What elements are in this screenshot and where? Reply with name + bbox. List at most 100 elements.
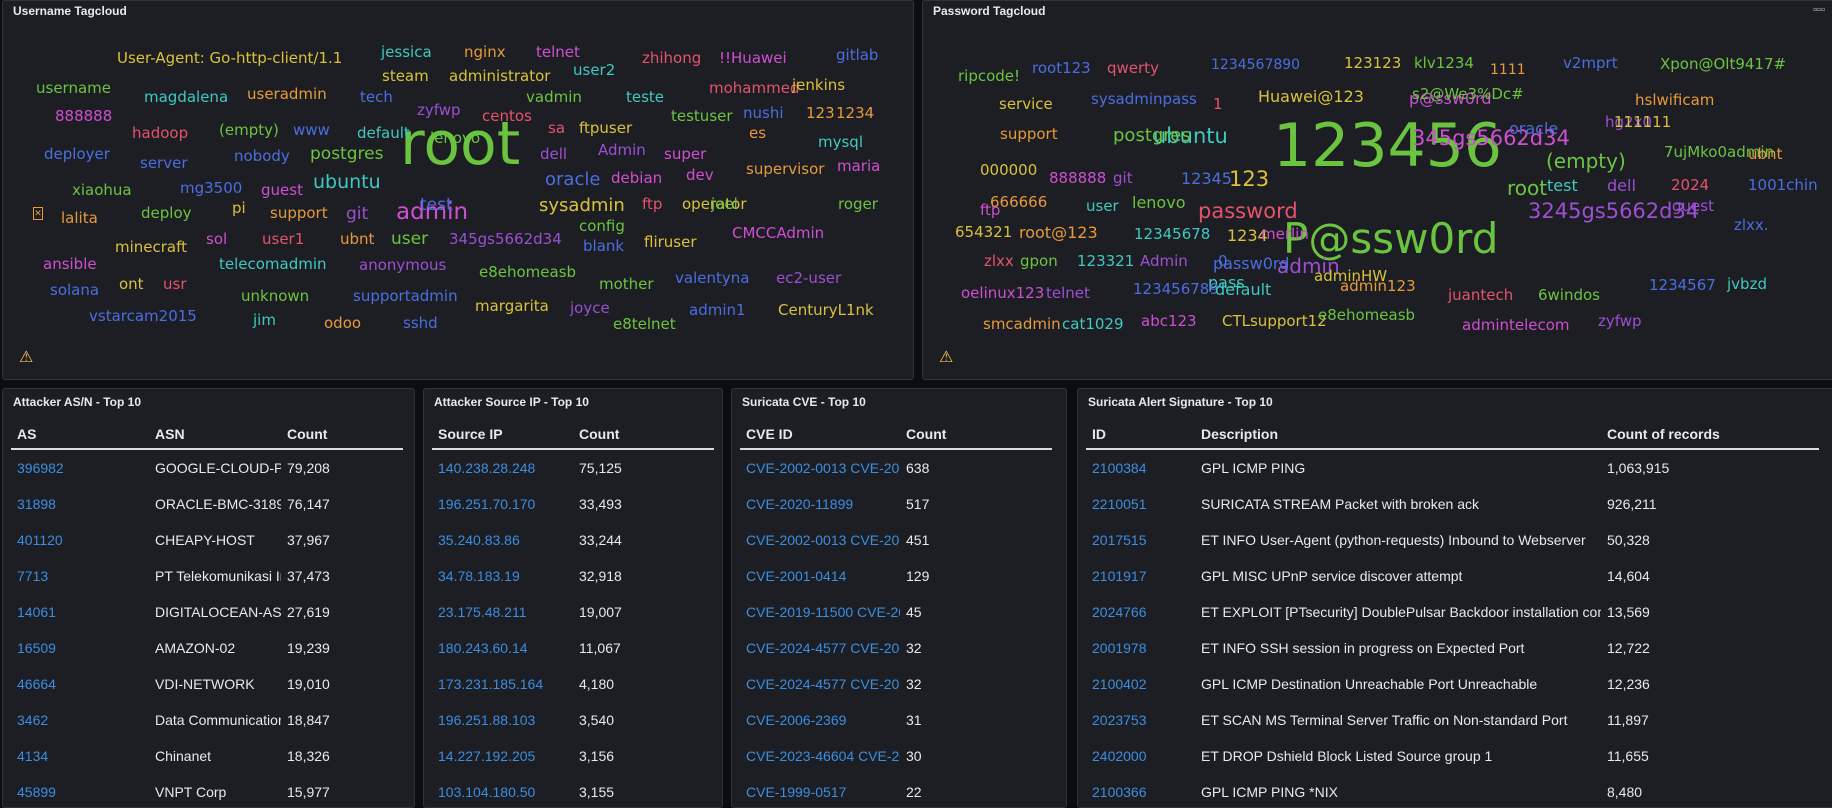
password-word[interactable]: zyfwp bbox=[1598, 314, 1642, 329]
password-word[interactable]: qwerty bbox=[1107, 61, 1159, 76]
username-word[interactable]: 1234 bbox=[836, 106, 874, 121]
password-word[interactable]: oelinux123 bbox=[961, 286, 1044, 301]
username-word[interactable]: valentyna bbox=[675, 271, 749, 286]
password-word[interactable]: 1111 bbox=[1490, 63, 1526, 77]
username-word[interactable]: ubuntu bbox=[313, 173, 381, 192]
table-link-cell[interactable]: 196.251.88.103 bbox=[432, 702, 573, 738]
table-link-cell[interactable]: CVE-2002-0013 CVE-2002-0012 CVE-1999-051… bbox=[740, 522, 900, 558]
table-link-cell[interactable]: 2001978 bbox=[1086, 630, 1195, 666]
username-word[interactable]: nginx bbox=[464, 45, 506, 60]
password-word[interactable]: sysadminpass bbox=[1091, 92, 1197, 107]
table-link-cell[interactable]: 401120 bbox=[11, 522, 149, 558]
password-word[interactable]: 12345 bbox=[1181, 171, 1232, 187]
username-word[interactable]: gitlab bbox=[836, 48, 878, 63]
table-link-cell[interactable]: 4134 bbox=[11, 738, 149, 774]
table-link-cell[interactable]: 34.78.183.19 bbox=[432, 558, 573, 594]
table-link-cell[interactable]: CVE-2023-46604 CVE-2023-46604 bbox=[740, 738, 900, 774]
column-header[interactable]: Count bbox=[900, 419, 1052, 450]
username-word[interactable]: lalita bbox=[61, 211, 98, 226]
username-word[interactable]: postgres bbox=[310, 146, 383, 163]
username-word[interactable]: centos bbox=[482, 109, 532, 124]
username-word[interactable]: nushi bbox=[743, 106, 784, 121]
username-word[interactable]: vadmin bbox=[526, 90, 582, 105]
password-word[interactable]: user bbox=[1086, 199, 1119, 214]
table-link-cell[interactable]: CVE-2024-4577 CVE-2002-0953 bbox=[740, 630, 900, 666]
table-link-cell[interactable]: 2017515 bbox=[1086, 522, 1195, 558]
column-header[interactable]: Count bbox=[573, 419, 714, 450]
table-link-cell[interactable]: 14.227.192.205 bbox=[432, 738, 573, 774]
password-word[interactable]: s2@We3%Dc# bbox=[1412, 87, 1524, 102]
password-word[interactable]: smcadmin bbox=[983, 317, 1061, 332]
password-word[interactable]: lenovo bbox=[1132, 195, 1185, 211]
username-word[interactable]: margarita bbox=[475, 299, 549, 314]
table-link-cell[interactable]: 2210051 bbox=[1086, 486, 1195, 522]
column-header[interactable]: Count of records bbox=[1601, 419, 1819, 450]
username-word[interactable]: mg3500 bbox=[180, 181, 242, 196]
username-word[interactable]: git bbox=[346, 206, 368, 223]
username-word[interactable]: vstarcam2015 bbox=[89, 309, 197, 324]
password-word[interactable]: 12345678 bbox=[1134, 227, 1210, 242]
password-word[interactable]: 123321 bbox=[1077, 254, 1134, 269]
username-word[interactable]: sysadmin bbox=[539, 197, 625, 215]
column-header[interactable]: CVE ID bbox=[740, 419, 900, 450]
table-link-cell[interactable]: 7713 bbox=[11, 558, 149, 594]
username-word[interactable]: minecraft bbox=[115, 240, 187, 255]
username-word[interactable]: sshd bbox=[403, 316, 438, 331]
username-word[interactable]: magdalena bbox=[144, 90, 228, 105]
username-word[interactable]: dev bbox=[686, 168, 714, 183]
table-link-cell[interactable]: 35.240.83.86 bbox=[432, 522, 573, 558]
username-word[interactable]: 345gs5662d34 bbox=[449, 232, 562, 247]
table-link-cell[interactable]: 180.243.60.14 bbox=[432, 630, 573, 666]
password-word[interactable]: 123 bbox=[1229, 169, 1269, 190]
username-word[interactable]: steam bbox=[382, 69, 429, 84]
password-word[interactable]: 1 bbox=[1213, 97, 1223, 112]
username-word[interactable]: hadoop bbox=[132, 126, 188, 141]
password-word[interactable]: cat1029 bbox=[1062, 317, 1124, 332]
table-link-cell[interactable]: 3462 bbox=[11, 702, 149, 738]
password-word[interactable]: git bbox=[1113, 171, 1133, 186]
table-link-cell[interactable]: 2024766 bbox=[1086, 594, 1195, 630]
username-word[interactable]: nobody bbox=[234, 149, 290, 164]
username-word[interactable]: fliruser bbox=[644, 235, 697, 250]
username-word[interactable]: solana bbox=[50, 283, 99, 298]
username-word[interactable]: maria bbox=[837, 159, 880, 174]
column-header[interactable]: Description bbox=[1195, 419, 1601, 450]
table-link-cell[interactable]: 196.251.70.170 bbox=[432, 486, 573, 522]
column-header[interactable]: Source IP bbox=[432, 419, 573, 450]
table-link-cell[interactable]: 14061 bbox=[11, 594, 149, 630]
password-word[interactable]: jvbzd bbox=[1727, 277, 1767, 292]
password-word[interactable]: admintelecom bbox=[1462, 318, 1570, 333]
username-word[interactable]: oracle bbox=[545, 171, 600, 189]
password-word[interactable]: e8ehomeasb bbox=[1318, 308, 1415, 323]
username-word[interactable]: jenkins bbox=[792, 78, 845, 93]
password-word[interactable]: klv1234 bbox=[1414, 56, 1474, 71]
password-word[interactable]: default bbox=[1215, 282, 1271, 298]
username-word[interactable]: ubnt bbox=[340, 232, 374, 247]
password-word[interactable]: v2mprt bbox=[1563, 56, 1618, 71]
username-word[interactable]: config bbox=[579, 219, 625, 234]
username-word[interactable]: useradmin bbox=[247, 87, 327, 102]
password-word[interactable]: ripcode! bbox=[958, 69, 1020, 84]
username-word[interactable]: ftp bbox=[642, 197, 662, 212]
table-link-cell[interactable]: CVE-2006-2369 bbox=[740, 702, 900, 738]
username-word[interactable]: joel bbox=[711, 197, 738, 212]
password-word[interactable]: Admin bbox=[1140, 254, 1188, 269]
table-link-cell[interactable]: 2100402 bbox=[1086, 666, 1195, 702]
password-word[interactable]: 1234567890 bbox=[1211, 58, 1300, 72]
username-word[interactable]: user1 bbox=[262, 232, 304, 247]
password-word[interactable]: 2024 bbox=[1671, 178, 1709, 193]
username-word[interactable]: telnet bbox=[536, 45, 580, 60]
password-word[interactable]: juantech bbox=[1448, 288, 1513, 303]
username-word[interactable]: supportadmin bbox=[353, 289, 458, 304]
password-word[interactable]: test bbox=[1547, 178, 1578, 194]
password-word[interactable]: 6windos bbox=[1538, 288, 1600, 303]
username-word[interactable]: deploy bbox=[141, 206, 192, 221]
table-link-cell[interactable]: CVE-2001-0414 bbox=[740, 558, 900, 594]
username-word[interactable]: test bbox=[420, 197, 453, 214]
password-word[interactable]: 111111 bbox=[1614, 115, 1671, 130]
username-word[interactable]: supervisor bbox=[746, 162, 824, 177]
username-word[interactable]: roger bbox=[838, 197, 878, 212]
password-word[interactable]: 0 bbox=[1218, 254, 1228, 269]
username-word[interactable]: unknown bbox=[241, 289, 309, 304]
table-link-cell[interactable]: 2100366 bbox=[1086, 774, 1195, 807]
